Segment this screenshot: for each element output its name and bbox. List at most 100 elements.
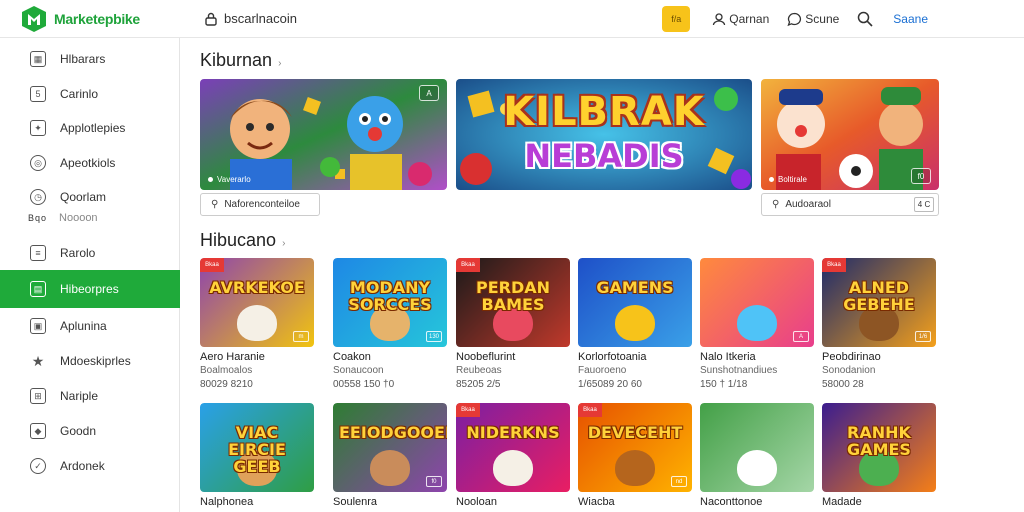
new-badge: Bkaa: [200, 258, 224, 272]
game-art-title: VIAC EIRCIE GEEB: [228, 423, 286, 476]
game-tile[interactable]: AVRKEKOE Bkaa m Aero Haranie Boalmoalos 80029…: [200, 258, 314, 390]
sidebar-item-3[interactable]: ✦ Applotlepies: [0, 113, 180, 143]
game-name[interactable]: Aero Haranie: [200, 351, 314, 363]
game-thumbnail[interactable]: ALNED GEBEHE Bkaa 1/6: [822, 258, 936, 347]
sidebar-item-4[interactable]: ◎ Apeotkiols: [0, 148, 180, 178]
game-thumbnail[interactable]: AVRKEKOE Bkaa m: [200, 258, 314, 347]
game-art-title: EEIODGOOEEF: [339, 423, 447, 442]
game-tile[interactable]: ALNED GEBEHE Bkaa 1/6 Peobdirinao Sonodanion…: [822, 258, 936, 390]
top-search[interactable]: bscarlnacoin: [204, 6, 297, 32]
sidebar-item-label: Aplunina: [60, 319, 107, 333]
folder-icon: ▤: [30, 281, 46, 297]
tile-corner-badge: 130: [426, 331, 442, 342]
game-name[interactable]: Soulenra: [333, 496, 447, 508]
game-name[interactable]: Nooloan: [456, 496, 570, 508]
search-icon[interactable]: [857, 11, 873, 27]
expand-icon[interactable]: A: [419, 85, 439, 101]
game-tile[interactable]: Naconttonoe: [700, 403, 814, 508]
sidebar-item-label: Hibeorpres: [60, 282, 119, 296]
sidebar-item-12[interactable]: ✓ Ardonek: [0, 451, 180, 481]
mascot-image: [737, 305, 777, 341]
banner-search-input-3[interactable]: ⚲ Audoaraol 4 C: [761, 193, 939, 216]
mascot-image: [737, 450, 777, 486]
game-tile[interactable]: VIAC EIRCIE GEEB Nalphonea: [200, 403, 314, 508]
banner-caption: Vaverarlo: [208, 175, 251, 184]
game-name[interactable]: Coakon: [333, 351, 447, 363]
game-thumbnail[interactable]: PERDAN BAMES Bkaa: [456, 258, 570, 347]
sub-label: Noooon: [59, 212, 98, 224]
game-thumbnail[interactable]: DEVECEHT Bkaa nd: [578, 403, 692, 492]
game-name[interactable]: Wiacba: [578, 496, 692, 508]
game-subtitle: Boalmoalos: [200, 365, 253, 376]
game-tile[interactable]: A Nalo Itkeria Sunshotnandiues 150 † 1/18: [700, 258, 814, 390]
game-meta: 150 † 1/18: [700, 379, 748, 390]
new-badge: Bkaa: [456, 258, 480, 272]
game-tile[interactable]: RANHK GAMES Madade: [822, 403, 936, 508]
sidebar-item-9[interactable]: ★ Mdoeskiprles: [0, 346, 180, 376]
app-name: Marketepbike: [54, 10, 140, 27]
game-subtitle: Fauoroeno: [578, 365, 627, 376]
featured-banner-1[interactable]: Vaverarlo A: [200, 79, 447, 190]
featured-banner-2[interactable]: KILBRAK NEBADIS: [456, 79, 752, 190]
featured-banner-3[interactable]: Boltirale f0: [761, 79, 939, 190]
sidebar-item-1[interactable]: ▦ Hlbarars: [0, 44, 180, 74]
sidebar-item-5[interactable]: ◷ Qoorlam: [0, 182, 180, 212]
tile-corner-badge: 1/6: [915, 331, 931, 342]
puzzle-icon: ✦: [30, 120, 46, 136]
game-thumbnail[interactable]: A: [700, 258, 814, 347]
game-thumbnail[interactable]: MODANY SORCCES 130: [333, 258, 447, 347]
game-name[interactable]: Nalo Itkeria: [700, 351, 814, 363]
promo-button[interactable]: f/a: [662, 6, 691, 32]
game-tile[interactable]: DEVECEHT Bkaa nd Wiacba: [578, 403, 692, 508]
game-name[interactable]: Noobeflurint: [456, 351, 570, 363]
sidebar-item-6[interactable]: ≡ Rarolo: [0, 238, 180, 268]
badge-count[interactable]: f0: [911, 168, 931, 184]
game-subtitle: Sonodanion: [822, 365, 876, 376]
banner-search-input-1[interactable]: ⚲ Naforenconteiloe: [200, 193, 320, 216]
game-thumbnail[interactable]: NIDERKNS Bkaa: [456, 403, 570, 492]
game-name[interactable]: Nalphonea: [200, 496, 314, 508]
game-tile[interactable]: NIDERKNS Bkaa Nooloan: [456, 403, 570, 508]
chat-link[interactable]: Scune: [787, 12, 839, 27]
calendar-icon: 5: [30, 86, 46, 102]
game-tile[interactable]: MODANY SORCCES 130 Coakon Sonaucoon 00558 15…: [333, 258, 447, 390]
sidebar-subitem[interactable]: Bqo Noooon: [28, 212, 98, 224]
game-tile[interactable]: PERDAN BAMES Bkaa Noobeflurint Reubeoas 8520…: [456, 258, 570, 390]
sidebar-item-11[interactable]: ◆ Goodn: [0, 416, 180, 446]
tile-corner-badge: f0: [426, 476, 442, 487]
clock-icon: ◷: [30, 189, 46, 205]
game-thumbnail[interactable]: RANHK GAMES: [822, 403, 936, 492]
sidebar-item-label: Carinlo: [60, 87, 99, 101]
sidebar-item-7[interactable]: ▤ Hibeorpres: [0, 270, 180, 308]
sidebar-item-10[interactable]: ⊞ Nariple: [0, 381, 180, 411]
app-logo[interactable]: Marketepbike: [22, 5, 202, 32]
chevron-right-icon[interactable]: ›: [278, 58, 281, 69]
sidebar-item-label: Mdoeskiprles: [60, 354, 131, 368]
game-name[interactable]: Korlorfotoania: [578, 351, 692, 363]
game-name[interactable]: Peobdirinao: [822, 351, 936, 363]
store-icon: ▦: [30, 51, 46, 67]
sub-icon: Bqo: [28, 213, 48, 223]
sidebar-item-8[interactable]: ▣ Aplunina: [0, 311, 180, 341]
chevron-right-icon[interactable]: ›: [282, 238, 285, 249]
game-tile[interactable]: EEIODGOOEEF f0 Soulenra: [333, 403, 447, 508]
account-link[interactable]: Qarnan: [712, 12, 769, 26]
game-thumbnail[interactable]: EEIODGOOEEF f0: [333, 403, 447, 492]
game-thumbnail[interactable]: GAMENS: [578, 258, 692, 347]
tile-corner-badge: A: [793, 331, 809, 342]
game-thumbnail[interactable]: [700, 403, 814, 492]
sidebar-item-2[interactable]: 5 Carinlo: [0, 79, 180, 109]
game-name[interactable]: Naconttonoe: [700, 496, 814, 508]
game-name[interactable]: Madade: [822, 496, 936, 508]
game-tile[interactable]: GAMENS Korlorfotoania Fauoroeno 1/65089 20 …: [578, 258, 692, 390]
input-action-button[interactable]: 4 C: [914, 197, 934, 212]
game-meta: 1/65089 20 60: [578, 379, 642, 390]
banner-caption-text: Boltirale: [778, 175, 807, 184]
game-thumbnail[interactable]: VIAC EIRCIE GEEB: [200, 403, 314, 492]
mascot-image: [615, 450, 655, 486]
save-link[interactable]: Saane: [893, 12, 928, 26]
game-art-title: RANHK GAMES: [847, 423, 911, 459]
game-art-title: AVRKEKOE: [209, 278, 305, 297]
sidebar-item-label: Ardonek: [60, 459, 105, 473]
sidebar-item-label: Apeotkiols: [60, 156, 116, 170]
